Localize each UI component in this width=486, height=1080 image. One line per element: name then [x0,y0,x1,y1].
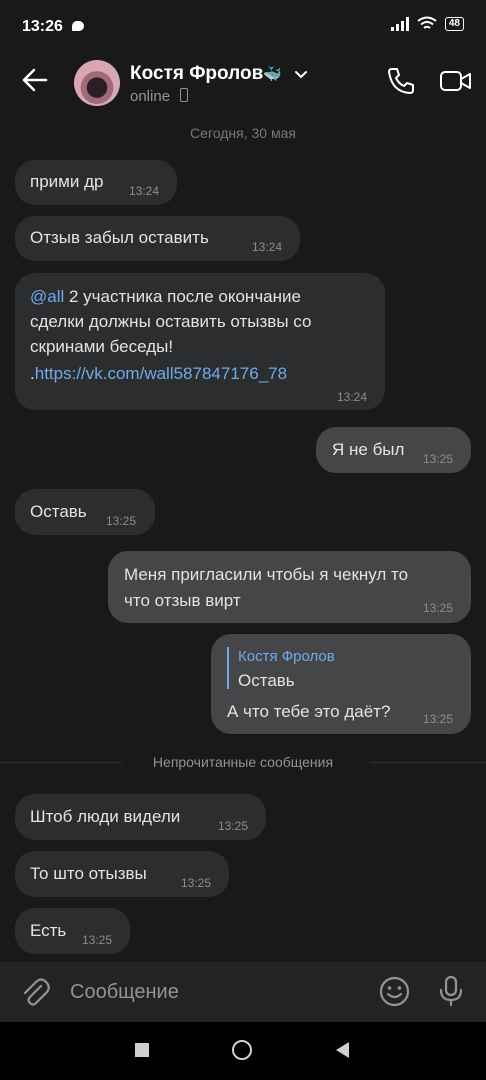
message-bubble-incoming[interactable]: прими др 13:24 [15,160,177,205]
contact-status: online [130,88,171,105]
message-text: Я не был [332,440,405,459]
whale-emoji: 🐳 [263,66,282,83]
video-camera-icon[interactable] [440,70,472,92]
message-time: 13:24 [252,240,283,254]
message-bubble-outgoing[interactable]: Я не был 13:25 [316,427,471,473]
message-bubble-outgoing-reply[interactable]: Костя Фролов Оставь А что тебе это даёт?… [211,634,471,734]
message-bubble-incoming[interactable]: Штоб люди видели 13:25 [15,794,266,840]
message-bubble-outgoing[interactable]: Меня пригласили чтобы я чекнул то что от… [108,551,471,623]
message-link[interactable]: https://vk.com/wall587847176_78 [35,364,287,383]
message-bubble-incoming[interactable]: @all 2 участника после окончание сделки … [15,273,385,410]
message-input[interactable]: Сообщение [70,981,179,1004]
unread-label: Непрочитанные сообщения [152,754,334,770]
message-link-line: .https://vk.com/wall587847176_78 [30,364,288,383]
mobile-online-icon [180,88,188,102]
date-separator: Сегодня, 30 мая [190,125,296,141]
message-text: прими др [30,172,104,191]
wifi-icon [417,16,437,29]
message-text-line: сделки должны оставить отызвы со [30,312,312,331]
reply-author[interactable]: Костя Фролов [238,648,335,665]
paperclip-icon[interactable] [20,976,50,1008]
signal-icon [390,16,409,31]
chat-notification-icon [72,21,84,31]
reply-quote-bar [227,647,229,689]
message-text: @all 2 участника после окончание [30,287,301,306]
message-text-line: скринами беседы! [30,337,174,356]
message-time: 13:25 [423,712,454,726]
back-arrow-icon[interactable] [20,62,50,98]
microphone-icon[interactable] [439,975,463,1007]
message-text: Отзыв забыл оставить [30,228,209,247]
message-time: 13:24 [337,390,368,404]
phone-icon[interactable] [386,66,416,96]
status-icons: 48 [390,16,464,31]
unread-separator: Непрочитанные сообщения [0,752,486,774]
message-bubble-incoming[interactable]: Отзыв забыл оставить 13:24 [15,216,300,261]
message-text: А что тебе это даёт? [227,702,391,721]
message-text-line: что отзыв вирт [124,591,241,610]
back-triangle-icon[interactable] [334,1041,350,1059]
message-text: Оставь [30,502,87,521]
message-time: 13:25 [423,452,454,466]
message-bubble-incoming[interactable]: Оставь 13:25 [15,489,155,535]
battery-indicator: 48 [444,16,464,31]
message-time: 13:25 [218,819,249,833]
message-text: Штоб люди видели [30,807,181,826]
reply-text: Оставь [238,671,295,690]
chevron-down-icon[interactable] [294,70,308,80]
message-bubble-incoming[interactable]: То што отызвы 13:25 [15,851,229,897]
contact-name[interactable]: Костя Фролов🐳 [130,63,282,85]
avatar[interactable] [74,60,120,106]
message-time: 13:25 [423,601,454,615]
status-time: 13:26 [22,18,63,35]
message-time: 13:25 [106,514,137,528]
smile-icon[interactable] [379,976,410,1007]
message-time: 13:25 [181,876,212,890]
recents-square-icon[interactable] [135,1043,149,1057]
message-text-line: Меня пригласили чтобы я чекнул то [124,565,409,584]
home-circle-icon[interactable] [232,1040,252,1060]
mention-all[interactable]: @all [30,287,64,306]
message-bubble-incoming[interactable]: Есть 13:25 [15,908,130,954]
message-text: То што отызвы [30,864,147,883]
message-text: Есть [30,921,67,940]
message-time: 13:24 [129,184,160,198]
message-time: 13:25 [82,933,113,947]
